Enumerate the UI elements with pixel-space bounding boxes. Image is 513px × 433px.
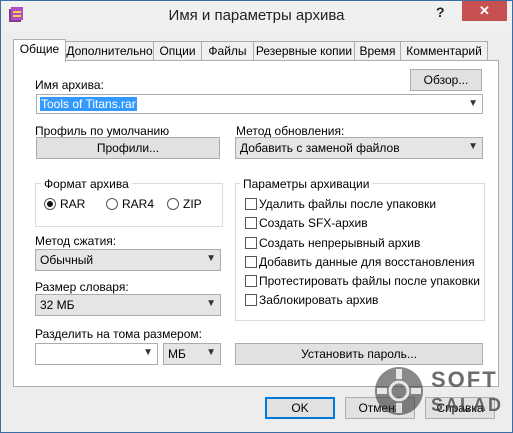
solid-label: Создать непрерывный архив: [259, 236, 421, 250]
split-size-field[interactable]: ▼: [35, 343, 158, 365]
format-zip-label: ZIP: [183, 197, 202, 211]
archive-name-field[interactable]: Tools of Titans.rar ▼: [36, 94, 483, 114]
ok-button[interactable]: OK: [265, 397, 335, 419]
compression-value: Обычный: [40, 253, 94, 267]
archive-options-label: Параметры архивации: [240, 177, 373, 191]
chevron-down-icon: ▼: [143, 347, 153, 358]
profile-label: Профиль по умолчанию: [35, 124, 170, 138]
chevron-down-icon: ▼: [206, 253, 216, 264]
chevron-down-icon: ▼: [468, 98, 478, 109]
tab-backup[interactable]: Резервные копии: [253, 41, 355, 61]
split-unit-value: МБ: [168, 347, 186, 361]
recovery-checkbox[interactable]: [245, 256, 257, 268]
chevron-down-icon: ▼: [468, 141, 478, 152]
format-rar4-label: RAR4: [122, 197, 155, 211]
compression-select[interactable]: Обычный ▼: [35, 249, 221, 271]
watermark-text-soft: SOFT: [431, 367, 498, 392]
recovery-label: Добавить данные для восстановления: [259, 255, 475, 269]
title-bar: Имя и параметры архива ? ✕: [1, 1, 512, 32]
format-zip-radio[interactable]: [167, 198, 179, 210]
lock-checkbox[interactable]: [245, 294, 257, 306]
dictionary-value: 32 МБ: [40, 298, 75, 312]
dictionary-select[interactable]: 32 МБ ▼: [35, 294, 221, 316]
test-label: Протестировать файлы после упаковки: [259, 274, 480, 288]
format-rar-radio[interactable]: [44, 198, 56, 210]
split-label: Разделить на тома размером:: [35, 327, 202, 341]
update-method-label: Метод обновления:: [236, 124, 345, 138]
archive-name-value: Tools of Titans.rar: [40, 97, 137, 111]
test-checkbox[interactable]: [245, 275, 257, 287]
help-title-button[interactable]: ?: [436, 4, 445, 20]
update-method-value: Добавить с заменой файлов: [240, 141, 400, 155]
compression-label: Метод сжатия:: [35, 234, 117, 248]
split-unit-select[interactable]: МБ ▼: [163, 343, 221, 365]
general-panel: Имя архива: Обзор... Tools of Titans.rar…: [13, 60, 499, 387]
tab-advanced[interactable]: Дополнительно: [65, 41, 154, 61]
solid-checkbox[interactable]: [245, 237, 257, 249]
chevron-down-icon: ▼: [206, 347, 216, 358]
lock-label: Заблокировать архив: [259, 293, 379, 307]
delete-after-label: Удалить файлы после упаковки: [259, 197, 437, 211]
archive-format-label: Формат архива: [41, 177, 132, 191]
tab-files[interactable]: Файлы: [201, 41, 254, 61]
watermark-text-salad: SALAD: [431, 395, 503, 415]
archive-dialog: Имя и параметры архива ? ✕ Общие Дополни…: [0, 0, 513, 433]
selected-dot: [47, 201, 53, 207]
sfx-label: Создать SFX-архив: [259, 216, 368, 230]
format-rar4-radio[interactable]: [106, 198, 118, 210]
tab-time[interactable]: Время: [354, 41, 401, 61]
close-button[interactable]: ✕: [462, 1, 507, 21]
archive-name-label: Имя архива:: [35, 78, 104, 92]
softsalad-watermark: SOFT SALAD: [369, 361, 509, 431]
tab-comment[interactable]: Комментарий: [400, 41, 488, 61]
tab-general[interactable]: Общие: [13, 39, 66, 62]
format-rar-label: RAR: [60, 197, 86, 211]
update-method-select[interactable]: Добавить с заменой файлов ▼: [235, 137, 483, 159]
browse-button[interactable]: Обзор...: [410, 69, 482, 91]
profiles-button[interactable]: Профили...: [36, 137, 220, 159]
tab-options[interactable]: Опции: [153, 41, 202, 61]
sfx-checkbox[interactable]: [245, 217, 257, 229]
delete-after-checkbox[interactable]: [245, 198, 257, 210]
dictionary-label: Размер словаря:: [35, 280, 129, 294]
chevron-down-icon: ▼: [206, 298, 216, 309]
